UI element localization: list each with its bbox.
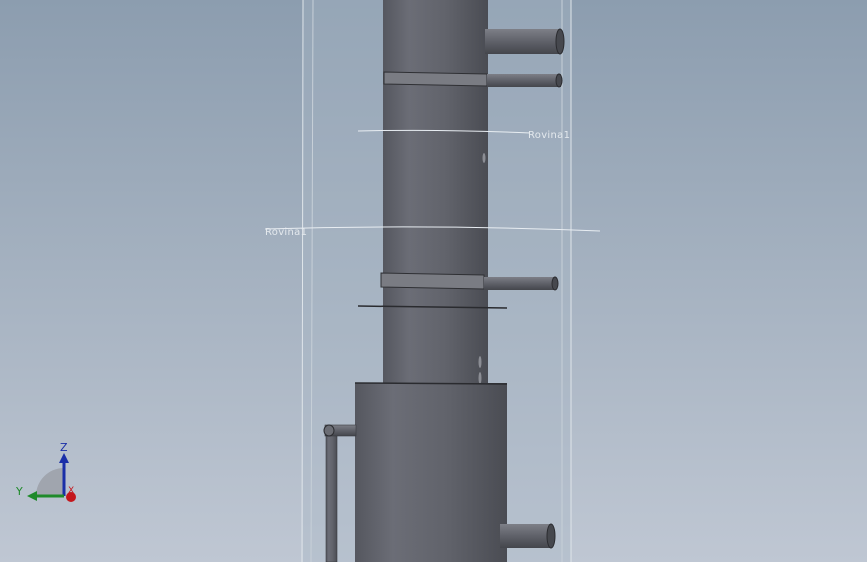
lower-vessel[interactable] [355,383,507,562]
3d-model-view[interactable] [0,0,867,562]
nozzle-middle[interactable] [484,277,556,290]
plane-label-middle[interactable]: Rovina1 [265,227,307,238]
side-pipe-vertical[interactable] [325,431,338,562]
nozzle-upper-end [555,73,563,88]
z-axis-arrow [59,453,69,463]
lower-vessel-top-edge [354,382,508,385]
nozzle-upper[interactable] [487,74,561,87]
column-mark-3 [478,372,482,384]
nozzle-middle-end [551,276,559,291]
nozzle-bottom[interactable] [500,524,552,548]
triad-y-label: Y [16,485,23,498]
triad-axes [27,453,76,502]
nozzle-top-end [555,28,565,55]
triad-quarter-disc [36,468,64,496]
graphics-viewport[interactable]: Rovina1 Rovina1 Z Y X [0,0,867,562]
nozzle-bottom-end [546,523,556,549]
column-mark-2 [478,356,482,368]
triad-z-label: Z [60,441,68,454]
side-pipe-end [323,424,335,437]
upper-column[interactable] [383,0,488,390]
plane-label-upper[interactable]: Rovina1 [528,130,570,141]
column-mark-1 [482,153,486,163]
triad-x-label: X [68,486,75,496]
y-axis-arrow [27,491,37,501]
middle-ring[interactable] [380,272,485,290]
upper-ring[interactable] [383,71,488,87]
orientation-triad[interactable]: Z Y X [12,440,92,510]
nozzle-top[interactable] [485,29,561,54]
enclosure-edge-left [301,0,304,562]
